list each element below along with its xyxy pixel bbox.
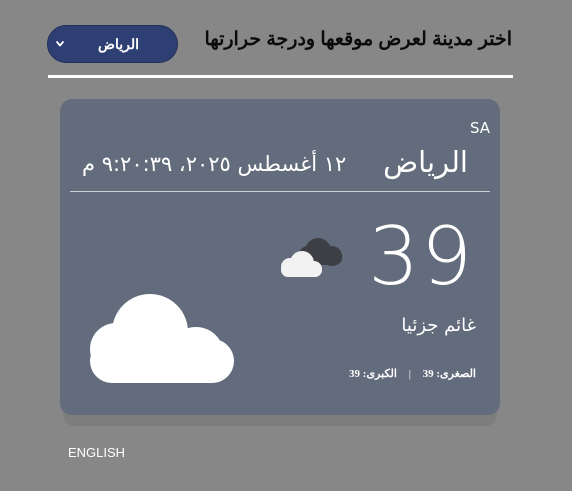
partly-cloudy-icon <box>281 238 342 277</box>
min-label: الصغرى: <box>436 368 476 380</box>
header-divider <box>48 75 513 78</box>
temperature-value: 39 <box>368 210 474 303</box>
weather-card: SA الرياض ١٢ أغسطس ٢٠٢٥، ٩:٢٠:٣٩ م 39 غا… <box>60 99 500 415</box>
min-value: 39 <box>422 368 434 380</box>
city-name: الرياض <box>383 145 468 179</box>
date-time: ١٢ أغسطس ٢٠٢٥، ٩:٢٠:٣٩ م <box>82 152 347 176</box>
city-select-value: الرياض <box>98 36 139 52</box>
min-max-temperature: الصغرى: 39 | الكبرى: 39 <box>349 367 476 380</box>
max-label: الكبرى: <box>362 368 397 380</box>
page-title: اختر مدينة لعرض موقعها ودرجة حرارتها <box>204 29 512 50</box>
city-select[interactable]: الرياض <box>47 25 178 63</box>
language-toggle-link[interactable]: ENGLISH <box>68 445 125 460</box>
weather-description: غائم جزئيا <box>401 315 476 336</box>
min-max-separator: | <box>408 368 411 380</box>
max-value: 39 <box>349 368 361 380</box>
card-divider <box>70 191 490 192</box>
cloud-icon <box>90 294 234 383</box>
chevron-down-icon <box>56 41 64 47</box>
country-code: SA <box>469 119 490 137</box>
